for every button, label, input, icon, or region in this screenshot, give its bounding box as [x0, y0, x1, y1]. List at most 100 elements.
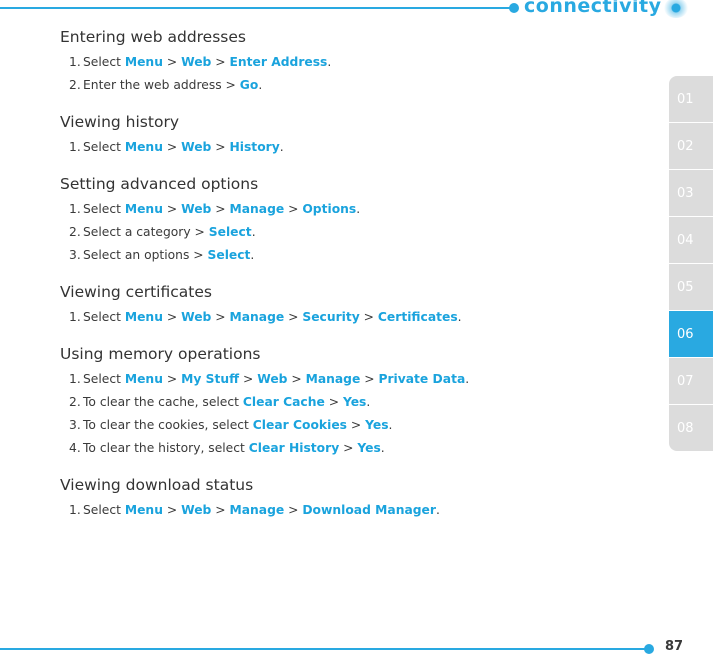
- menu-path-term: Web: [181, 140, 212, 154]
- header-rule: [0, 7, 512, 9]
- step-number: 1.: [69, 372, 81, 386]
- step-item: 3. Select an options > Select.: [60, 244, 620, 267]
- step-number: 1.: [69, 503, 81, 517]
- manual-content: Entering web addresses 1. Select Menu > We…: [60, 24, 620, 522]
- menu-path-term: Menu: [124, 372, 163, 386]
- step-number: 1.: [69, 55, 81, 69]
- step-text: >: [162, 372, 182, 386]
- section: Entering web addresses 1. Select Menu > We…: [60, 24, 620, 97]
- menu-path-term: Web: [257, 372, 288, 386]
- footer-rule: [0, 648, 648, 650]
- chapter-tab-05[interactable]: 05: [669, 264, 713, 310]
- step-item: 1. Select Menu > My Stuff > Web > Manage …: [60, 368, 620, 391]
- chapter-tab-01[interactable]: 01: [669, 76, 713, 122]
- footer-dot: [644, 644, 654, 654]
- menu-path-term: Clear Cookies: [252, 418, 347, 432]
- step-text: To clear the history, select: [83, 441, 249, 455]
- step-text: Select: [83, 503, 125, 517]
- step-item: 2. Select a category > Select.: [60, 221, 620, 244]
- section: Viewing history 1. Select Menu > Web > His…: [60, 109, 620, 159]
- chapter-title: connectivity: [524, 0, 662, 17]
- step-item: 1. Select Menu > Web > History.: [60, 136, 620, 159]
- step-text: >: [284, 310, 303, 324]
- step-text: >: [211, 310, 230, 324]
- menu-path-term: Options: [302, 202, 357, 216]
- chapter-tab-02[interactable]: 02: [669, 123, 713, 169]
- section-title: Viewing history: [60, 113, 179, 131]
- step-text: .: [327, 55, 332, 69]
- menu-path-term: Clear History: [248, 441, 340, 455]
- menu-path-term: Web: [181, 202, 212, 216]
- chapter-tab-08[interactable]: 08: [669, 405, 713, 451]
- step-text: >: [284, 503, 303, 517]
- step-text: >: [324, 395, 343, 409]
- step-item: 1. Select Menu > Web > Enter Address.: [60, 51, 620, 74]
- step-number: 1.: [69, 202, 81, 216]
- step-number: 4.: [69, 441, 81, 455]
- menu-path-term: Clear Cache: [242, 395, 325, 409]
- step-number: 3.: [69, 248, 81, 262]
- menu-path-term: Select: [207, 248, 251, 262]
- chapter-tabs: 01 02 03 04 05 06 07 08: [669, 76, 713, 452]
- step-text: >: [211, 503, 230, 517]
- step-text: >: [360, 372, 379, 386]
- step-item: 1. Select Menu > Web > Manage > Options.: [60, 198, 620, 221]
- step-text: .: [251, 225, 256, 239]
- menu-path-term: Web: [181, 503, 212, 517]
- step-text: Select a category >: [83, 225, 209, 239]
- step-item: 4. To clear the history, select Clear His…: [60, 437, 620, 460]
- menu-path-term: Private Data: [378, 372, 466, 386]
- header-dot: [509, 3, 519, 13]
- step-text: .: [465, 372, 470, 386]
- menu-path-term: Enter Address: [229, 55, 328, 69]
- page-number: 87: [665, 639, 684, 654]
- step-text: .: [380, 441, 385, 455]
- step-number: 1.: [69, 140, 81, 154]
- step-number: 2.: [69, 395, 81, 409]
- step-text: To clear the cache, select: [83, 395, 243, 409]
- step-text: >: [162, 202, 182, 216]
- chapter-tab-03[interactable]: 03: [669, 170, 713, 216]
- menu-path-term: Web: [181, 55, 212, 69]
- header-glow-dot: [664, 0, 688, 18]
- menu-path-term: Menu: [124, 503, 163, 517]
- step-item: 1. Select Menu > Web > Manage > Security …: [60, 306, 620, 329]
- section-title: Setting advanced options: [60, 175, 259, 193]
- step-number: 1.: [69, 310, 81, 324]
- step-text: .: [258, 78, 263, 92]
- step-text: .: [279, 140, 284, 154]
- menu-path-term: Select: [208, 225, 252, 239]
- step-text: >: [162, 55, 182, 69]
- step-text: >: [287, 372, 306, 386]
- step-text: .: [356, 202, 361, 216]
- menu-path-term: Manage: [229, 310, 285, 324]
- step-item: 3. To clear the cookies, select Clear Coo…: [60, 414, 620, 437]
- step-text: Enter the web address >: [83, 78, 240, 92]
- step-text: Select: [83, 310, 125, 324]
- step-text: >: [239, 372, 258, 386]
- step-text: Select an options >: [83, 248, 208, 262]
- chapter-tab-04[interactable]: 04: [669, 217, 713, 263]
- step-text: >: [339, 441, 358, 455]
- step-text: >: [162, 140, 182, 154]
- step-number: 3.: [69, 418, 81, 432]
- chapter-tab-07[interactable]: 07: [669, 358, 713, 404]
- step-text: To clear the cookies, select: [83, 418, 253, 432]
- step-item: 2. Enter the web address > Go.: [60, 74, 620, 97]
- menu-path-term: My Stuff: [181, 372, 240, 386]
- section: Setting advanced options 1. Select Menu > …: [60, 171, 620, 267]
- menu-path-term: Certificates: [377, 310, 458, 324]
- chapter-tab-06[interactable]: 06: [669, 311, 713, 357]
- section: Viewing download status 1. Select Menu > W…: [60, 472, 620, 522]
- step-text: Select: [83, 140, 125, 154]
- menu-path-term: Manage: [305, 372, 361, 386]
- menu-path-term: Go: [239, 78, 259, 92]
- menu-path-term: History: [229, 140, 280, 154]
- section-title: Viewing certificates: [60, 283, 212, 301]
- step-text: .: [388, 418, 393, 432]
- menu-path-term: Web: [181, 310, 212, 324]
